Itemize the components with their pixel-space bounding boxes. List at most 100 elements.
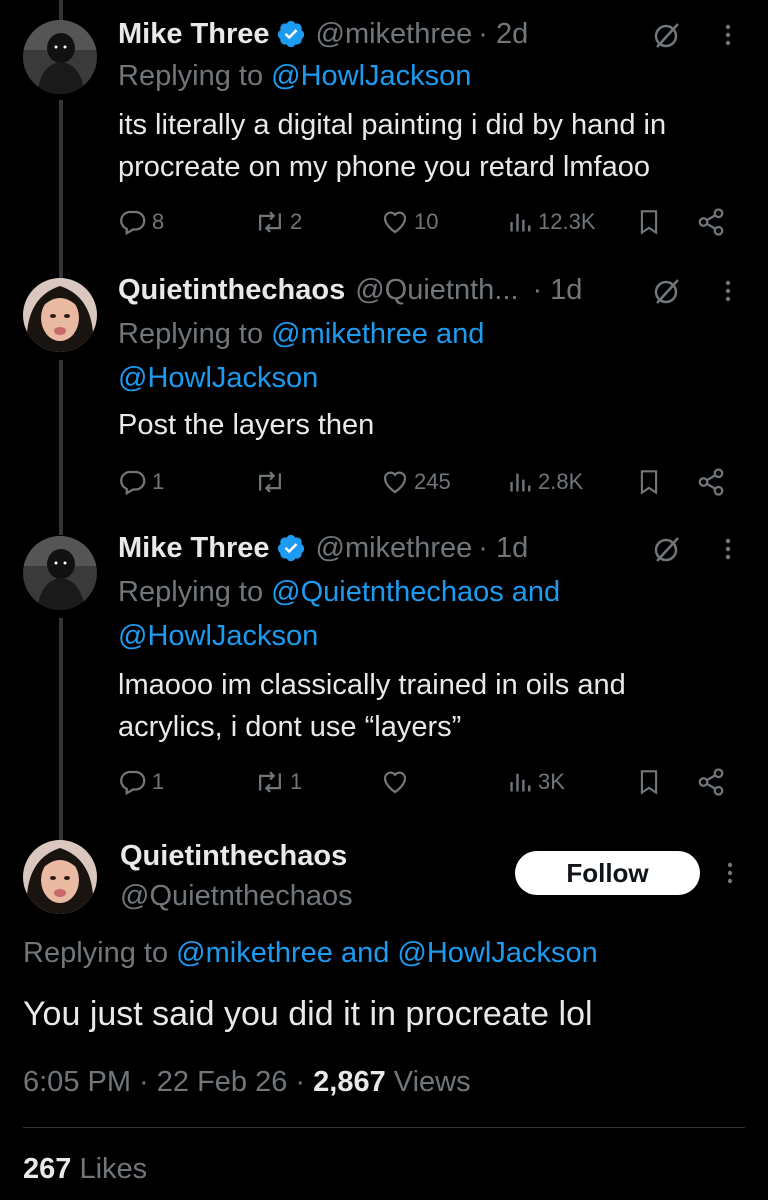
repost-count: 2 [290, 209, 303, 234]
replying-to-label: Replying to [118, 60, 264, 92]
views-button[interactable]: 12.3K [508, 202, 596, 242]
action-bar: 1 1 3K [118, 762, 738, 802]
share-button[interactable] [696, 202, 726, 242]
reply-icon [120, 210, 146, 236]
tweet-time[interactable]: · 1d [478, 532, 528, 565]
like-count: 245 [414, 469, 451, 494]
more-icon[interactable] [722, 534, 734, 564]
likes-stat[interactable]: 267 Likes [23, 1153, 147, 1186]
tweet-text-line: Post the layers then [118, 409, 375, 441]
like-icon [383, 771, 407, 794]
tweet-header: Mike Three @mikethree · 2d [118, 14, 528, 54]
like-button[interactable]: 10 [380, 202, 438, 242]
repost-count: 1 [290, 769, 303, 794]
repost-button[interactable]: 2 [254, 202, 302, 242]
author-handle[interactable]: @mikethree [316, 532, 473, 565]
like-button[interactable] [380, 762, 410, 802]
more-icon[interactable] [722, 20, 734, 50]
repost-button[interactable]: 1 [254, 762, 302, 802]
views-icon [510, 213, 531, 232]
views-icon [510, 473, 531, 492]
bookmark-icon [640, 770, 658, 795]
author-handle[interactable]: @Quietnth... [355, 274, 518, 307]
author-handle[interactable]: @mikethree [316, 18, 473, 51]
author-name[interactable]: Quietinthechaos [118, 274, 345, 307]
avatar[interactable] [23, 840, 97, 914]
author-name[interactable]: Mike Three [118, 18, 270, 51]
reply-button[interactable]: 1 [118, 762, 164, 802]
repost-icon [259, 471, 281, 493]
more-icon[interactable] [724, 858, 736, 893]
author-name[interactable]: Mike Three [118, 532, 270, 565]
mention-link[interactable]: @HowlJackson [118, 356, 484, 400]
replying-to: Replying to @HowlJackson [118, 54, 471, 98]
replying-to: Replying to @Quietnthechaos and @HowlJac… [118, 570, 560, 658]
bookmark-button[interactable] [636, 202, 662, 242]
divider [23, 1127, 745, 1128]
like-icon [383, 471, 407, 494]
replying-to: Replying to @mikethree and @HowlJackson [23, 937, 598, 970]
grok-icon[interactable] [652, 276, 682, 306]
reply-count: 8 [152, 209, 165, 234]
avatar[interactable] [23, 536, 97, 610]
repost-icon [259, 771, 281, 793]
tweet-meta: 6:05 PM · 22 Feb 26 · 2,867 Views [23, 1066, 471, 1099]
avatar[interactable] [23, 20, 97, 94]
tweet-text: its literally a digital painting i did b… [118, 104, 666, 188]
views-label: Views [393, 1066, 471, 1098]
more-icon[interactable] [722, 276, 734, 306]
view-count: 2,867 [313, 1066, 386, 1098]
tweet-time[interactable]: · 1d [532, 274, 582, 307]
tweet-header: Mike Three @mikethree · 1d [118, 528, 528, 568]
bookmark-icon [640, 470, 658, 495]
like-count: 10 [414, 209, 439, 234]
views-button[interactable]: 2.8K [508, 462, 583, 502]
tweet[interactable]: Mike Three @mikethree · 1d Replying to @… [0, 528, 768, 808]
grok-icon[interactable] [652, 534, 682, 564]
mention-link[interactable]: @mikethree and @HowlJackson [176, 937, 598, 969]
grok-icon[interactable] [652, 20, 682, 50]
view-count: 12.3K [538, 209, 596, 234]
replying-to: Replying to @mikethree and @HowlJackson [118, 312, 484, 400]
tweet[interactable]: Mike Three @mikethree · 2d Replying to @… [0, 14, 768, 244]
bookmark-icon [640, 210, 658, 235]
repost-icon [259, 211, 281, 233]
share-icon [698, 768, 724, 796]
share-button[interactable] [696, 462, 726, 502]
bookmark-button[interactable] [636, 762, 662, 802]
mention-link[interactable]: @HowlJackson [271, 60, 471, 92]
mention-link[interactable]: @mikethree and [271, 318, 484, 350]
views-icon [510, 773, 531, 792]
reply-count: 1 [152, 469, 165, 494]
tweet-text: You just said you did it in procreate lo… [23, 995, 593, 1033]
action-bar: 1 245 2.8K [118, 462, 738, 502]
tweet-text-line: procreate on my phone you retard lmfaoo [118, 151, 650, 183]
views-button[interactable]: 3K [508, 762, 565, 802]
avatar[interactable] [23, 278, 97, 352]
mention-link[interactable]: @HowlJackson [118, 614, 560, 658]
tweet-header: Quietinthechaos @Quietnth... · 1d [118, 270, 582, 310]
likes-label: Likes [79, 1153, 148, 1185]
reply-button[interactable]: 1 [118, 462, 164, 502]
like-icon [383, 211, 407, 234]
reply-button[interactable]: 8 [118, 202, 164, 242]
tweet-time[interactable]: · 2d [478, 18, 528, 51]
reply-icon [120, 470, 146, 496]
author-name[interactable]: Quietinthechaos [120, 840, 347, 873]
reply-icon [120, 770, 146, 796]
follow-button[interactable]: Follow [515, 851, 700, 895]
share-icon [698, 208, 724, 236]
tweet[interactable]: Quietinthechaos @Quietnth... · 1d Replyi… [0, 270, 768, 510]
action-bar: 8 2 10 12.3K [118, 202, 738, 242]
share-button[interactable] [696, 762, 726, 802]
bookmark-button[interactable] [636, 462, 662, 502]
tweet-timestamp[interactable]: 6:05 PM · 22 Feb 26 · [23, 1066, 305, 1098]
replying-to-label: Replying to [118, 318, 264, 350]
mention-link[interactable]: @Quietnthechaos and [271, 576, 560, 608]
author-handle[interactable]: @Quietnthechaos [120, 880, 353, 913]
tweet-text-line: lmaooo im classically trained in oils an… [118, 669, 626, 701]
repost-button[interactable] [254, 462, 286, 502]
tweet-text: lmaooo im classically trained in oils an… [118, 664, 626, 748]
verified-badge-icon [276, 533, 306, 563]
like-button[interactable]: 245 [380, 462, 451, 502]
